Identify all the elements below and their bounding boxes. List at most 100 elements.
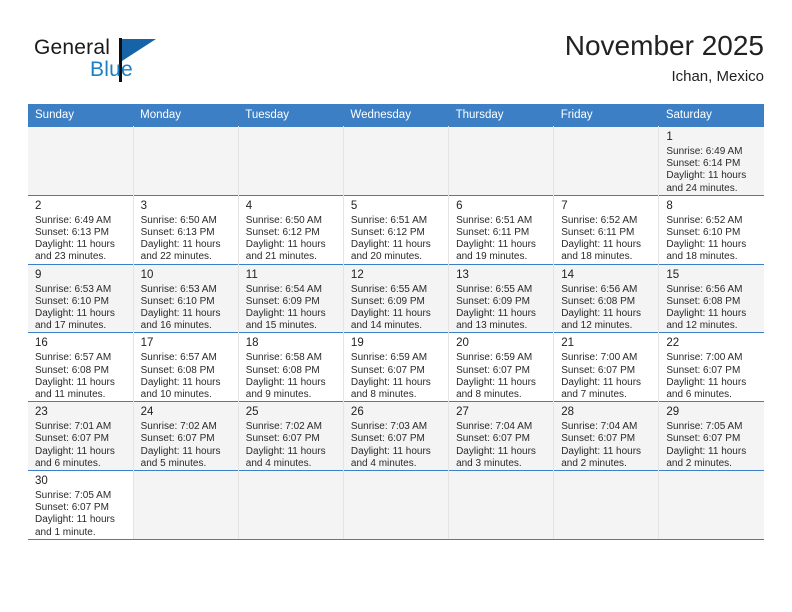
calendar-day-cell[interactable]: 6 Sunrise: 6:51 AM Sunset: 6:11 PM Daylight… — [448, 194, 555, 265]
day-sun-info: Sunrise: 7:02 AM Sunset: 6:07 PM Daylight:… — [141, 421, 232, 470]
calendar-day-cell[interactable]: 29 Sunrise: 7:05 AM Sunset: 6:07 PM Dayligh… — [658, 401, 764, 471]
daylight-text-line2: and 19 minutes. — [456, 251, 528, 263]
day-sun-info: Sunrise: 7:00 AM Sunset: 6:07 PM Daylight:… — [666, 352, 758, 401]
calendar-day-cell[interactable]: 15 Sunrise: 6:56 AM Sunset: 6:08 PM Dayligh… — [658, 263, 764, 333]
calendar-day-cell[interactable]: 8 Sunrise: 6:52 AM Sunset: 6:10 PM Daylight… — [658, 194, 764, 265]
calendar-day-cell[interactable]: 4 Sunrise: 6:50 AM Sunset: 6:12 PM Daylight… — [238, 194, 344, 265]
sunrise-text: Sunrise: 6:51 AM — [456, 214, 533, 226]
day-number: 11 — [245, 268, 258, 281]
calendar-day-cell[interactable]: 11 Sunrise: 6:54 AM Sunset: 6:09 PM Dayligh… — [238, 263, 344, 333]
day-number: 9 — [35, 268, 42, 281]
calendar-day-cell[interactable]: 17 Sunrise: 6:57 AM Sunset: 6:08 PM Dayligh… — [133, 332, 239, 402]
sunrise-text: Sunrise: 7:04 AM — [561, 421, 638, 433]
calendar-day-cell[interactable]: 19 Sunrise: 6:59 AM Sunset: 6:07 PM Dayligh… — [343, 332, 450, 402]
sunset-text: Sunset: 6:07 PM — [35, 433, 109, 445]
sunset-text: Sunset: 6:09 PM — [456, 295, 530, 307]
sunset-text: Sunset: 6:08 PM — [561, 295, 636, 307]
calendar-day-cell[interactable]: 18 Sunrise: 6:58 AM Sunset: 6:08 PM Dayligh… — [238, 332, 344, 402]
calendar-page: General Blue November 2025 Ichan, Mexico… — [0, 0, 792, 612]
sunrise-text: Sunrise: 7:00 AM — [666, 352, 743, 364]
daylight-text-line2: and 8 minutes. — [350, 389, 417, 401]
calendar-cell-empty — [448, 126, 555, 196]
daylight-text-line2: and 5 minutes. — [140, 457, 207, 469]
daylight-text-line2: and 15 minutes. — [245, 320, 317, 332]
day-cell-content: 13 Sunrise: 6:55 AM Sunset: 6:09 PM Dayligh… — [449, 265, 553, 333]
day-cell-content: 4 Sunrise: 6:50 AM Sunset: 6:12 PM Daylight… — [239, 196, 343, 264]
sunrise-text: Sunrise: 6:49 AM — [35, 214, 112, 226]
calendar-day-cell[interactable]: 12 Sunrise: 6:55 AM Sunset: 6:09 PM Dayligh… — [343, 263, 450, 333]
sunrise-text: Sunrise: 6:55 AM — [456, 283, 533, 295]
calendar-day-cell[interactable]: 7 Sunrise: 6:52 AM Sunset: 6:11 PM Daylight… — [553, 194, 660, 265]
page-subtitle-location: Ichan, Mexico — [671, 68, 764, 85]
sunset-text: Sunset: 6:10 PM — [666, 227, 741, 239]
sunset-text: Sunset: 6:08 PM — [245, 364, 320, 376]
daylight-text-line1: Daylight: 11 hours — [456, 376, 536, 388]
general-blue-logo[interactable]: General Blue — [34, 36, 214, 94]
day-number: 3 — [140, 199, 148, 212]
day-sun-info: Sunrise: 6:53 AM Sunset: 6:10 PM Daylight:… — [141, 284, 232, 333]
daylight-text-line1: Daylight: 11 hours — [245, 376, 326, 388]
day-cell-content: 15 Sunrise: 6:56 AM Sunset: 6:08 PM Dayligh… — [659, 265, 764, 333]
calendar-day-cell[interactable]: 10 Sunrise: 6:53 AM Sunset: 6:10 PM Dayligh… — [133, 263, 239, 333]
logo-text-blue: Blue — [90, 58, 133, 81]
day-sun-info: Sunrise: 6:58 AM Sunset: 6:08 PM Daylight:… — [246, 352, 337, 401]
calendar-day-cell[interactable]: 20 Sunrise: 6:59 AM Sunset: 6:07 PM Dayligh… — [448, 332, 555, 402]
sunset-text: Sunset: 6:11 PM — [561, 227, 635, 239]
daylight-text-line2: and 13 minutes. — [456, 320, 528, 332]
calendar-day-cell[interactable]: 1 Sunrise: 6:49 AM Sunset: 6:14 PM Daylight… — [658, 126, 764, 196]
day-cell-content: 18 Sunrise: 6:58 AM Sunset: 6:08 PM Dayligh… — [239, 333, 343, 401]
day-number: 15 — [666, 268, 680, 281]
daylight-text-line1: Daylight: 11 hours — [140, 239, 221, 251]
day-number: 14 — [561, 268, 574, 281]
day-sun-info: Sunrise: 7:04 AM Sunset: 6:07 PM Daylight:… — [561, 421, 652, 470]
daylight-text-line2: and 12 minutes. — [666, 320, 738, 332]
day-cell-content: 30 Sunrise: 7:05 AM Sunset: 6:07 PM Dayligh… — [28, 471, 133, 539]
day-number: 16 — [35, 337, 48, 350]
sunset-text: Sunset: 6:07 PM — [666, 364, 741, 376]
day-cell-content: 14 Sunrise: 6:56 AM Sunset: 6:08 PM Dayligh… — [554, 265, 658, 333]
daylight-text-line2: and 4 minutes. — [245, 457, 312, 469]
calendar-day-cell[interactable]: 21 Sunrise: 7:00 AM Sunset: 6:07 PM Dayligh… — [553, 332, 660, 402]
daylight-text-line1: Daylight: 11 hours — [350, 445, 431, 457]
page-title: November 2025 — [564, 30, 764, 61]
day-sun-info: Sunrise: 6:57 AM Sunset: 6:08 PM Daylight:… — [35, 352, 127, 401]
calendar-cell-empty — [133, 126, 239, 196]
calendar-day-cell[interactable]: 23 Sunrise: 7:01 AM Sunset: 6:07 PM Dayligh… — [28, 401, 134, 471]
sunrise-text: Sunrise: 7:05 AM — [666, 421, 743, 433]
daylight-text-line2: and 2 minutes. — [561, 457, 627, 469]
sunrise-text: Sunrise: 6:57 AM — [140, 352, 217, 364]
sunrise-text: Sunrise: 6:51 AM — [350, 214, 428, 226]
day-sun-info: Sunrise: 6:59 AM Sunset: 6:07 PM Daylight:… — [456, 352, 547, 401]
day-number: 28 — [561, 406, 574, 419]
calendar-day-cell[interactable]: 9 Sunrise: 6:53 AM Sunset: 6:10 PM Daylight… — [28, 263, 134, 333]
daylight-text-line2: and 7 minutes. — [561, 389, 627, 401]
calendar-day-cell[interactable]: 13 Sunrise: 6:55 AM Sunset: 6:09 PM Dayligh… — [448, 263, 555, 333]
calendar-day-cell[interactable]: 30 Sunrise: 7:05 AM Sunset: 6:07 PM Dayligh… — [28, 470, 134, 539]
calendar-day-cell[interactable]: 2 Sunrise: 6:49 AM Sunset: 6:13 PM Daylight… — [28, 194, 134, 265]
calendar-day-cell[interactable]: 5 Sunrise: 6:51 AM Sunset: 6:12 PM Daylight… — [343, 194, 450, 265]
calendar-day-cell[interactable]: 24 Sunrise: 7:02 AM Sunset: 6:07 PM Dayligh… — [133, 401, 239, 471]
calendar-day-cell[interactable]: 16 Sunrise: 6:57 AM Sunset: 6:08 PM Dayligh… — [28, 332, 134, 402]
calendar-day-cell[interactable]: 3 Sunrise: 6:50 AM Sunset: 6:13 PM Daylight… — [133, 194, 239, 265]
daylight-text-line2: and 23 minutes. — [35, 251, 107, 263]
weekday-header-friday: Friday — [553, 104, 659, 127]
day-number: 1 — [666, 131, 673, 143]
daylight-text-line1: Daylight: 11 hours — [456, 239, 536, 251]
day-number: 17 — [140, 337, 154, 350]
calendar-day-cell[interactable]: 28 Sunrise: 7:04 AM Sunset: 6:07 PM Dayligh… — [553, 401, 660, 471]
day-cell-content: 19 Sunrise: 6:59 AM Sunset: 6:07 PM Dayligh… — [344, 333, 448, 401]
calendar-day-cell[interactable]: 26 Sunrise: 7:03 AM Sunset: 6:07 PM Dayligh… — [343, 401, 450, 471]
sunrise-text: Sunrise: 7:02 AM — [245, 421, 322, 433]
daylight-text-line1: Daylight: 11 hours — [666, 376, 747, 388]
daylight-text-line2: and 8 minutes. — [456, 389, 522, 401]
calendar-day-cell[interactable]: 25 Sunrise: 7:02 AM Sunset: 6:07 PM Dayligh… — [238, 401, 344, 471]
day-number: 27 — [456, 406, 469, 419]
calendar-day-cell[interactable]: 22 Sunrise: 7:00 AM Sunset: 6:07 PM Dayligh… — [658, 332, 764, 402]
sunset-text: Sunset: 6:10 PM — [35, 295, 109, 307]
day-sun-info: Sunrise: 6:55 AM Sunset: 6:09 PM Daylight:… — [456, 284, 547, 333]
calendar-day-cell[interactable]: 14 Sunrise: 6:56 AM Sunset: 6:08 PM Dayligh… — [553, 263, 660, 333]
daylight-text-line1: Daylight: 11 hours — [245, 308, 326, 320]
title-block: November 2025 Ichan, Mexico — [565, 28, 764, 88]
sunrise-text: Sunrise: 7:04 AM — [456, 421, 533, 433]
calendar-day-cell[interactable]: 27 Sunrise: 7:04 AM Sunset: 6:07 PM Dayligh… — [448, 401, 555, 471]
